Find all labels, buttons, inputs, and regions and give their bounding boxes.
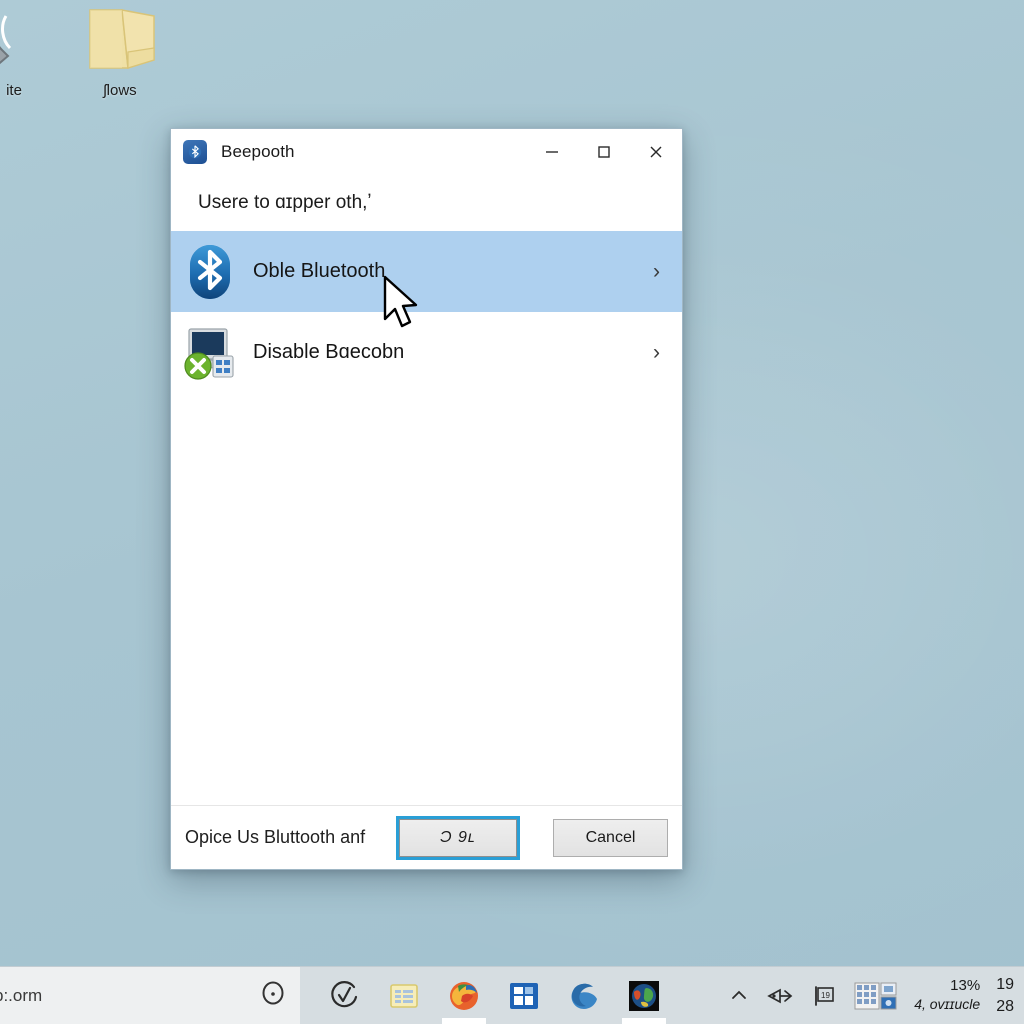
footer-note: Opice Us Bluttooth anf bbox=[185, 827, 366, 847]
folder-icon-label: ʃlows bbox=[103, 82, 137, 99]
network-arrow-icon[interactable] bbox=[766, 984, 796, 1008]
minimize-button[interactable] bbox=[526, 129, 578, 175]
taskbar-pinned-icons bbox=[300, 978, 666, 1024]
weather-value: 13% bbox=[950, 977, 981, 995]
list-item-enable-bluetooth-label: Oble Bluetooth bbox=[253, 260, 386, 282]
monitor-disabled-icon bbox=[179, 325, 241, 381]
taskbar-icon-edge[interactable] bbox=[566, 978, 602, 1014]
list-item-disable-beacon[interactable]: Disable Bɑecobn › bbox=[171, 312, 682, 393]
dialog-titlebar: Beepooth bbox=[171, 129, 682, 175]
desktop: ite ʃlows Beepooth Usere to ɑɪpper oth,ʼ… bbox=[0, 0, 1024, 1024]
folder-desktop-icon[interactable]: ʃlows bbox=[72, 2, 168, 99]
flag-icon[interactable]: 19 bbox=[812, 984, 838, 1008]
bluetooth-icon bbox=[179, 243, 241, 301]
bluetooth-app-icon bbox=[183, 140, 207, 164]
search-input-value: p:.orm bbox=[0, 985, 43, 1005]
icon-cluster[interactable] bbox=[854, 981, 898, 1011]
dialog-option-list: Oble Bluetooth › Disable Bɑecobn › bbox=[171, 231, 682, 805]
cortana-circle-icon[interactable] bbox=[260, 980, 286, 1011]
system-tray: 19 13% 4, ovɪɪucle 19 28 bbox=[728, 974, 1024, 1017]
dialog-title: Beepooth bbox=[221, 142, 295, 161]
window-controls bbox=[526, 129, 682, 175]
taskbar-icon-globe[interactable] bbox=[622, 978, 666, 1024]
folder-icon bbox=[72, 2, 168, 80]
dialog-subheader: Usere to ɑɪpper oth,ʼ bbox=[171, 175, 682, 231]
clock-date: 28 bbox=[996, 997, 1014, 1015]
clock[interactable]: 19 28 bbox=[996, 974, 1016, 1017]
ok-button[interactable]: Ɔ 9ʟ bbox=[396, 815, 520, 860]
dialog-footer: Opice Us Bluttooth anf Ɔ 9ʟ Cancel bbox=[171, 805, 682, 869]
chevron-right-icon: › bbox=[653, 341, 660, 364]
taskbar-icon-store[interactable] bbox=[506, 978, 542, 1014]
maximize-button[interactable] bbox=[578, 129, 630, 175]
chevron-right-icon: › bbox=[653, 260, 660, 283]
list-item-disable-beacon-label: Disable Bɑecobn bbox=[253, 341, 405, 363]
clock-time: 19 bbox=[996, 975, 1014, 993]
close-button[interactable] bbox=[630, 129, 682, 175]
list-item-enable-bluetooth[interactable]: Oble Bluetooth › bbox=[171, 231, 682, 312]
taskbar-icon-notes[interactable] bbox=[386, 978, 422, 1014]
cancel-button[interactable]: Cancel bbox=[553, 818, 668, 857]
taskbar-icon-firefox[interactable] bbox=[442, 978, 486, 1024]
bluetooth-dialog: Beepooth Usere to ɑɪpper oth,ʼ Oble Blue… bbox=[170, 128, 683, 870]
taskbar: p:.orm bbox=[0, 966, 1024, 1024]
partial-desktop-icon-label: ite bbox=[6, 82, 22, 99]
svg-text:19: 19 bbox=[821, 991, 830, 1000]
weather-widget[interactable]: 13% 4, ovɪɪucle bbox=[914, 977, 980, 1013]
chevron-up-icon[interactable] bbox=[728, 985, 750, 1007]
weather-caption: 4, ovɪɪucle bbox=[914, 996, 981, 1013]
search-input[interactable]: p:.orm bbox=[0, 967, 300, 1024]
taskbar-icon-antivirus[interactable] bbox=[326, 978, 362, 1014]
paperclip-like-icon bbox=[0, 2, 62, 80]
partial-desktop-icon[interactable]: ite bbox=[0, 2, 62, 99]
